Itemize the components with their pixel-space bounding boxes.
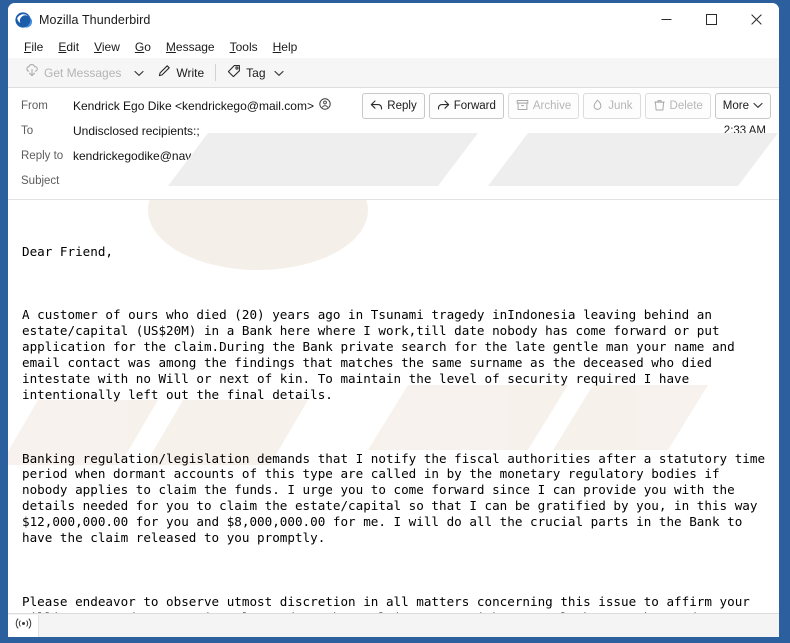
close-icon bbox=[751, 14, 762, 25]
body-paragraph-2: Banking regulation/legislation demands t… bbox=[22, 450, 773, 546]
window-title: Mozilla Thunderbird bbox=[39, 12, 151, 27]
chevron-down-icon bbox=[273, 66, 284, 80]
minimize-icon bbox=[661, 14, 672, 25]
reply-to-label: Reply to bbox=[21, 149, 64, 162]
body-greeting: Dear Friend, bbox=[22, 243, 113, 259]
menu-go-accesskey: G bbox=[134, 40, 145, 54]
header-row-reply-to: Reply to kendrickegodike@naver.com bbox=[8, 143, 779, 168]
main-toolbar: Get Messages Write Tag bbox=[8, 58, 779, 88]
thunderbird-window: Mozilla Thunderbird File Edit View Go Me… bbox=[8, 3, 779, 637]
from-value[interactable]: Kendrick Ego Dike <kendrickego@mail.com> bbox=[73, 99, 314, 113]
get-messages-button[interactable]: Get Messages bbox=[19, 61, 127, 84]
desktop-background: Mozilla Thunderbird File Edit View Go Me… bbox=[0, 0, 790, 643]
contact-circle-icon[interactable] bbox=[319, 97, 331, 115]
menu-message[interactable]: Message bbox=[159, 38, 223, 56]
menu-help-accesskey: H bbox=[272, 40, 282, 54]
menu-view-label: iew bbox=[101, 40, 120, 54]
contact-circle-icon[interactable] bbox=[232, 147, 244, 165]
menu-tools[interactable]: Tools bbox=[223, 38, 266, 56]
subject-label: Subject bbox=[21, 174, 60, 187]
menu-message-accesskey: M bbox=[165, 40, 176, 54]
close-button[interactable] bbox=[734, 3, 779, 36]
window-controls bbox=[644, 3, 779, 36]
get-messages-dropdown-button[interactable] bbox=[127, 60, 151, 86]
menu-edit[interactable]: Edit bbox=[51, 38, 87, 56]
pencil-icon bbox=[157, 64, 171, 81]
header-row-to: To Undisclosed recipients:; 2:33 AM bbox=[8, 118, 779, 143]
title-bar: Mozilla Thunderbird bbox=[8, 3, 779, 36]
write-label: Write bbox=[176, 65, 205, 80]
menu-view[interactable]: View bbox=[87, 38, 128, 56]
tag-icon bbox=[227, 64, 241, 81]
message-body-text: Dear Friend, A customer of ours who died… bbox=[22, 212, 767, 613]
status-bar bbox=[8, 613, 779, 637]
menu-tools-label: ools bbox=[235, 40, 258, 54]
menu-help-label: elp bbox=[281, 40, 298, 54]
header-row-subject: Subject bbox=[8, 168, 779, 193]
tag-label: Tag bbox=[246, 65, 266, 80]
maximize-button[interactable] bbox=[689, 3, 734, 36]
body-paragraph-1: A customer of ours who died (20) years a… bbox=[22, 307, 743, 402]
menu-go-label: o bbox=[144, 40, 151, 54]
offline-online-status-icon bbox=[15, 617, 32, 635]
download-cloud-icon bbox=[25, 64, 39, 81]
connection-status-button[interactable] bbox=[8, 614, 39, 637]
message-header-pane: Reply Forward Archive Junk Delete More F… bbox=[8, 88, 779, 200]
header-row-from: From Kendrick Ego Dike <kendrickego@mail… bbox=[8, 93, 779, 118]
maximize-icon bbox=[706, 14, 717, 25]
body-paragraph-3: Please endeavor to observe utmost discre… bbox=[22, 593, 750, 613]
write-button[interactable]: Write bbox=[151, 61, 210, 84]
thunderbird-logo-icon bbox=[14, 11, 33, 29]
menu-bar: File Edit View Go Message Tools Help bbox=[8, 36, 779, 58]
menu-help[interactable]: Help bbox=[266, 38, 306, 56]
menu-go[interactable]: Go bbox=[128, 38, 159, 56]
reply-to-value[interactable]: kendrickegodike@naver.com bbox=[73, 149, 227, 163]
message-timestamp: 2:33 AM bbox=[723, 124, 766, 137]
get-messages-label: Get Messages bbox=[44, 65, 122, 80]
from-label: From bbox=[21, 99, 48, 112]
menu-file-label: ile bbox=[31, 40, 44, 54]
message-body-pane: Dear Friend, A customer of ours who died… bbox=[8, 200, 779, 613]
menu-message-label: essage bbox=[175, 40, 215, 54]
tag-button[interactable]: Tag bbox=[221, 61, 289, 84]
menu-view-accesskey: V bbox=[94, 40, 102, 54]
minimize-button[interactable] bbox=[644, 3, 689, 36]
to-value[interactable]: Undisclosed recipients:; bbox=[73, 124, 200, 138]
menu-edit-label: dit bbox=[66, 40, 80, 54]
toolbar-separator bbox=[215, 64, 217, 81]
chevron-down-icon bbox=[134, 64, 144, 82]
to-label: To bbox=[21, 124, 34, 137]
menu-file[interactable]: File bbox=[17, 38, 51, 56]
